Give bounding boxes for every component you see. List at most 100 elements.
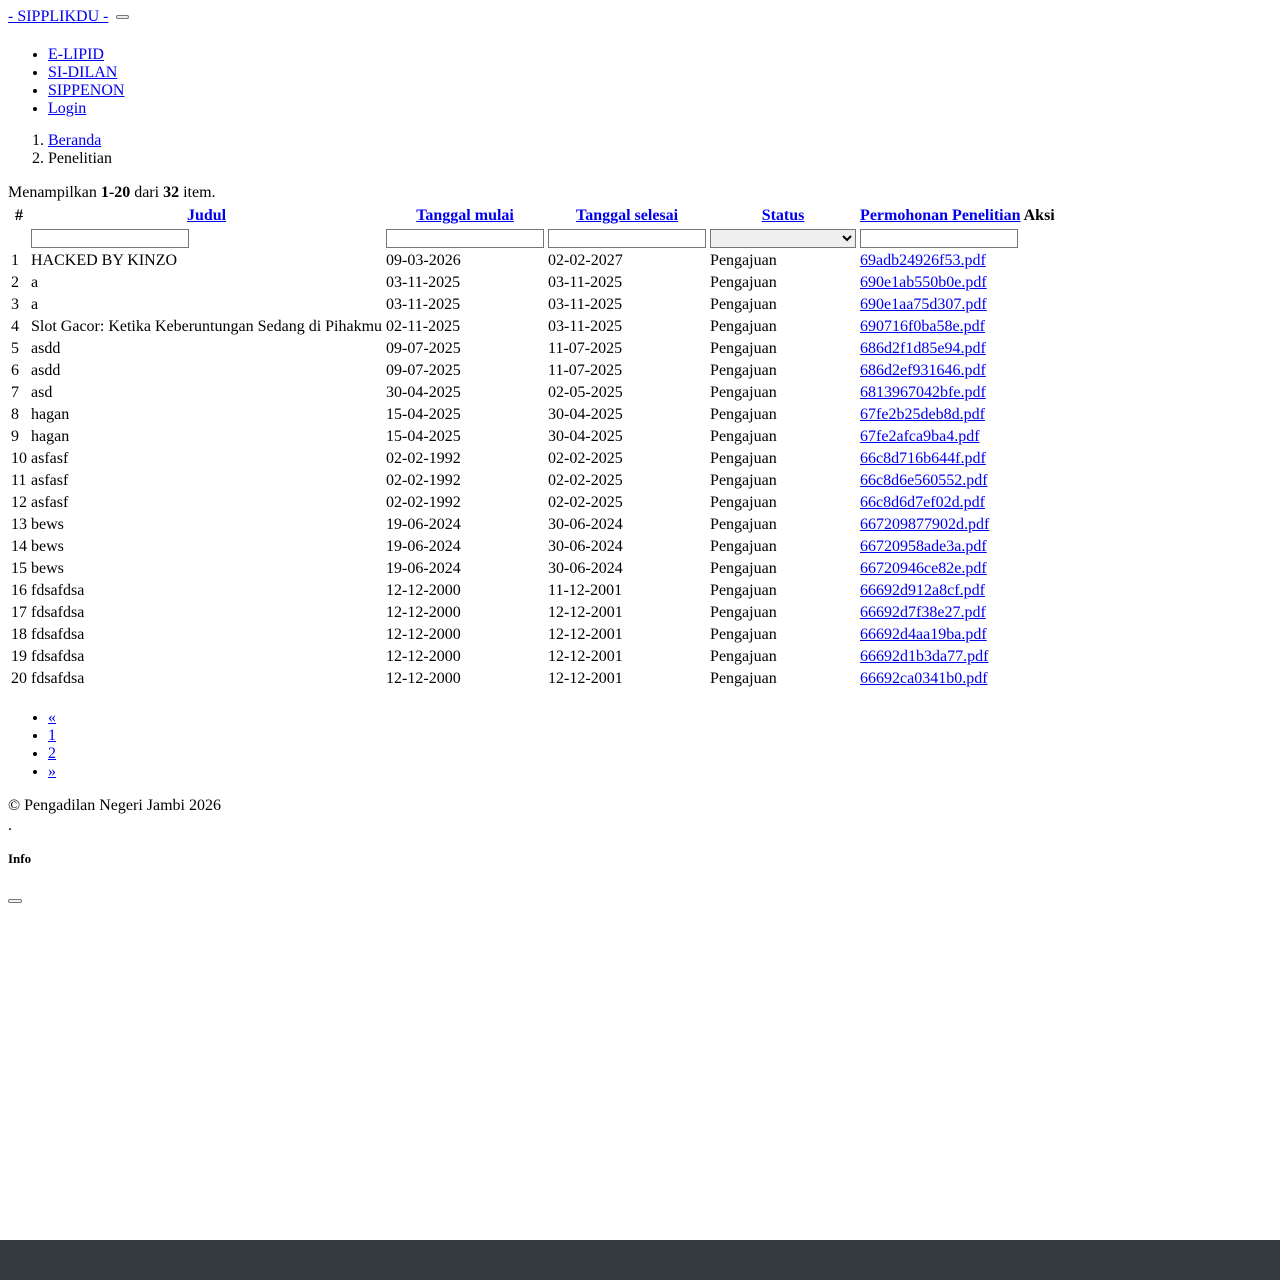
pagination-next-link[interactable]: » <box>48 763 56 780</box>
filter-cell-judul <box>30 228 383 249</box>
cell-permohonan: 66c8d716b644f.pdf <box>859 449 1056 469</box>
pdf-file-link[interactable]: 686d2ef931646.pdf <box>860 362 986 379</box>
pdf-file-link[interactable]: 69adb24926f53.pdf <box>860 252 986 269</box>
pdf-file-link[interactable]: 66692d4aa19ba.pdf <box>860 626 987 643</box>
header-aksi: Aksi <box>1023 207 1055 224</box>
cell-number: 1 <box>11 252 19 269</box>
navbar-toggle-button[interactable] <box>116 15 130 20</box>
cell-status: Pengajuan <box>710 340 777 357</box>
header-tanggal-selesai: Tanggal selesai <box>547 206 707 226</box>
filter-status-select[interactable] <box>710 229 857 248</box>
pdf-file-link[interactable]: 67fe2b25deb8d.pdf <box>860 406 985 423</box>
pdf-file-link[interactable]: 66692d1b3da77.pdf <box>860 648 988 665</box>
cell-tanggal-selesai: 30-06-2024 <box>548 516 623 533</box>
filter-tanggal-selesai-input[interactable] <box>548 229 707 248</box>
summary-total: 32 <box>163 184 180 201</box>
pdf-file-link[interactable]: 66692ca0341b0.pdf <box>860 670 988 687</box>
cell-tanggal-mulai: 12-12-2000 <box>386 648 461 665</box>
pdf-file-link[interactable]: 66692d912a8cf.pdf <box>860 582 985 599</box>
cell-tanggal-selesai: 03-11-2025 <box>548 318 623 335</box>
cell-number: 3 <box>11 296 19 313</box>
pdf-file-link[interactable]: 66c8d716b644f.pdf <box>860 450 986 467</box>
pdf-file-link[interactable]: 66720958ade3a.pdf <box>860 538 987 555</box>
cell-judul: bews <box>31 560 64 577</box>
cell-status: Pengajuan <box>710 560 777 577</box>
filter-cell-number <box>10 228 28 249</box>
pdf-file-link[interactable]: 66720946ce82e.pdf <box>860 560 987 577</box>
filter-tanggal-mulai-input[interactable] <box>386 229 545 248</box>
nav-link-si-dilan[interactable]: SI-DILAN <box>48 64 117 81</box>
cell-tanggal-mulai: 12-12-2000 <box>386 582 461 599</box>
cell-number: 4 <box>11 318 19 335</box>
cell-permohonan: 67fe2b25deb8d.pdf <box>859 405 1056 425</box>
breadcrumb-link-home[interactable]: Beranda <box>48 132 101 149</box>
cell-judul: hagan <box>31 406 70 423</box>
cell-permohonan: 66720958ade3a.pdf <box>859 537 1056 557</box>
cell-number: 13 <box>11 516 27 533</box>
modal-close-button[interactable] <box>8 899 22 903</box>
cell-status: Pengajuan <box>710 362 777 379</box>
sort-status-link[interactable]: Status <box>762 207 805 224</box>
sort-tanggal-mulai-link[interactable]: Tanggal mulai <box>416 207 514 224</box>
cell-judul: asd <box>31 384 53 401</box>
table-row: 9 hagan 15-04-2025 30-04-2025 Pengajuan 67fe2… <box>10 427 1056 447</box>
cell-tanggal-mulai: 09-07-2025 <box>386 340 461 357</box>
cell-tanggal-mulai: 09-03-2026 <box>386 252 461 269</box>
cell-tanggal-selesai: 12-12-2001 <box>548 626 623 643</box>
pdf-file-link[interactable]: 66c8d6e560552.pdf <box>860 472 988 489</box>
cell-tanggal-selesai: 03-11-2025 <box>548 274 623 291</box>
cell-tanggal-selesai: 11-07-2025 <box>548 340 623 357</box>
cell-tanggal-selesai: 02-02-2025 <box>548 472 623 489</box>
cell-tanggal-mulai: 02-02-1992 <box>386 494 461 511</box>
brand-link[interactable]: - SIPPLIKDU - <box>8 8 108 25</box>
cell-tanggal-selesai: 11-07-2025 <box>548 362 623 379</box>
table-row: 4 Slot Gacor: Ketika Keberuntungan Sedang… <box>10 317 1056 337</box>
filter-cell-mulai <box>385 228 545 249</box>
table-row: 20 fdsafdsa 12-12-2000 12-12-2001 Pengajuan 6… <box>10 669 1056 689</box>
pdf-file-link[interactable]: 667209877902d.pdf <box>860 516 989 533</box>
cell-number: 18 <box>11 626 27 643</box>
filter-cell-status <box>709 228 857 249</box>
cell-number: 10 <box>11 450 27 467</box>
pdf-file-link[interactable]: 66692d7f38e27.pdf <box>860 604 986 621</box>
pagination-page-1-link[interactable]: 1 <box>48 727 56 744</box>
pdf-file-link[interactable]: 690716f0ba58e.pdf <box>860 318 985 335</box>
cell-status: Pengajuan <box>710 274 777 291</box>
sort-permohonan-link[interactable]: Permohonan Penelitian <box>860 207 1020 224</box>
cell-tanggal-mulai: 09-07-2025 <box>386 362 461 379</box>
filter-judul-input[interactable] <box>31 229 189 248</box>
cell-judul: fdsafdsa <box>31 582 85 599</box>
pdf-file-link[interactable]: 67fe2afca9ba4.pdf <box>860 428 980 445</box>
cell-judul: asdd <box>31 362 61 379</box>
cell-tanggal-selesai: 02-02-2027 <box>548 252 623 269</box>
nav-item-sippenon: SIPPENON <box>48 82 1272 100</box>
pagination-page-2-link[interactable]: 2 <box>48 745 56 762</box>
pdf-file-link[interactable]: 66c8d6d7ef02d.pdf <box>860 494 985 511</box>
cell-tanggal-mulai: 19-06-2024 <box>386 516 461 533</box>
pdf-file-link[interactable]: 690e1ab550b0e.pdf <box>860 274 987 291</box>
sort-tanggal-selesai-link[interactable]: Tanggal selesai <box>576 207 678 224</box>
cell-permohonan: 66692d7f38e27.pdf <box>859 603 1056 623</box>
cell-permohonan: 66720946ce82e.pdf <box>859 559 1056 579</box>
nav-link-login[interactable]: Login <box>48 100 86 117</box>
cell-number: 15 <box>11 560 27 577</box>
nav-link-e-lipid[interactable]: E-LIPID <box>48 46 104 63</box>
cell-tanggal-mulai: 03-11-2025 <box>386 296 461 313</box>
cell-judul: Slot Gacor: Ketika Keberuntungan Sedang … <box>31 318 383 335</box>
filter-permohonan-input[interactable] <box>860 229 1019 248</box>
pdf-file-link[interactable]: 686d2f1d85e94.pdf <box>860 340 986 357</box>
table-header-row: # Judul Tanggal mulai Tanggal selesai St… <box>10 206 1056 226</box>
cell-permohonan: 69adb24926f53.pdf <box>859 251 1056 271</box>
grid-summary: Menampilkan 1-20 dari 32 item. <box>8 184 1272 202</box>
pagination-prev-link[interactable]: « <box>48 709 56 726</box>
cell-status: Pengajuan <box>710 428 777 445</box>
cell-judul: bews <box>31 516 64 533</box>
nav-link-sippenon[interactable]: SIPPENON <box>48 82 124 99</box>
cell-number: 6 <box>11 362 19 379</box>
pdf-file-link[interactable]: 6813967042bfe.pdf <box>860 384 986 401</box>
sort-judul-link[interactable]: Judul <box>187 207 226 224</box>
pagination-item: 2 <box>48 745 1272 763</box>
cell-permohonan: 66692ca0341b0.pdf <box>859 669 1056 689</box>
cell-number: 11 <box>11 472 27 489</box>
pdf-file-link[interactable]: 690e1aa75d307.pdf <box>860 296 987 313</box>
